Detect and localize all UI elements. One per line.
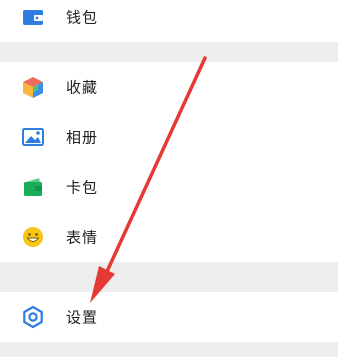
album-picture-icon <box>20 124 46 150</box>
menu-group-content: 收藏 相册 卡包 表情 <box>0 62 338 262</box>
favorites-cube-icon <box>20 74 46 100</box>
menu-item-label: 相册 <box>66 128 99 147</box>
menu-item-label: 表情 <box>66 228 99 247</box>
menu-item-wallet[interactable]: 钱包 <box>0 0 338 42</box>
menu-item-favorites[interactable]: 收藏 <box>0 62 338 112</box>
menu-item-label: 收藏 <box>66 78 99 97</box>
menu-group-settings: 设置 <box>0 292 338 342</box>
menu-item-label: 设置 <box>66 308 99 327</box>
menu-item-album[interactable]: 相册 <box>0 112 338 162</box>
menu-item-cards[interactable]: 卡包 <box>0 162 338 212</box>
me-tab-menu-screen: 钱包 收藏 相册 卡包 表情 设置 <box>0 0 338 357</box>
menu-item-settings[interactable]: 设置 <box>0 292 338 342</box>
gear-icon <box>20 304 46 330</box>
menu-group-wallet: 钱包 <box>0 0 338 42</box>
menu-item-stickers[interactable]: 表情 <box>0 212 338 262</box>
card-wallet-icon <box>20 174 46 200</box>
menu-item-label: 钱包 <box>66 8 99 27</box>
wallet-icon <box>20 4 46 30</box>
smiley-icon <box>20 224 46 250</box>
menu-item-label: 卡包 <box>66 178 99 197</box>
